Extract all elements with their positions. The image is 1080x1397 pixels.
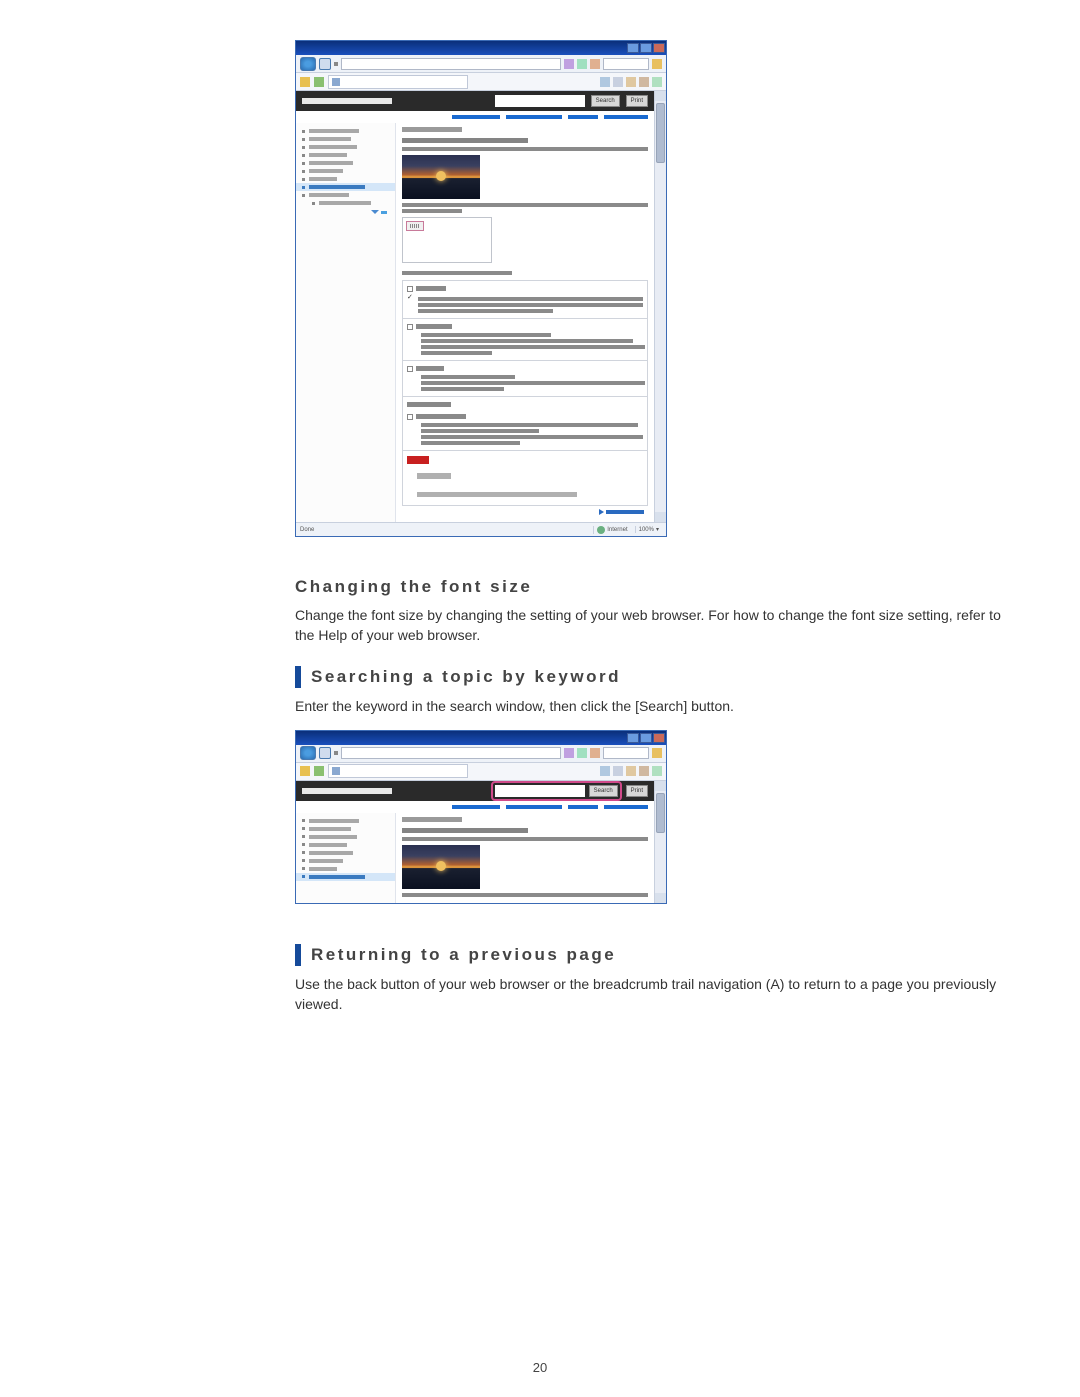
address-bar: [341, 58, 561, 70]
browser-status-bar: Done Internet 100%▾: [296, 522, 666, 536]
sidebar-expand-indicator: [371, 210, 387, 214]
tools-icon: [652, 766, 662, 776]
browser-tab-toolbar: [296, 73, 666, 91]
minimize-icon: [627, 43, 639, 53]
home-icon: [590, 59, 600, 69]
help-search-input: [495, 785, 585, 797]
stop-icon: [577, 748, 587, 758]
detail-inset-box: [402, 217, 492, 263]
product-title-placeholder: [302, 98, 392, 104]
minimize-icon: [627, 733, 639, 743]
example-photo: [402, 155, 480, 199]
browser-nav-toolbar: [296, 745, 666, 763]
help-nav-sidebar: [296, 813, 396, 903]
help-header-bar: Search Print: [296, 91, 654, 111]
help-search-button: Search: [591, 95, 620, 107]
forward-button-icon: [319, 747, 331, 759]
browser-search-box: [603, 58, 649, 70]
maximize-icon: [640, 43, 652, 53]
feeds-icon: [613, 766, 623, 776]
tab-favicon-icon: [332, 767, 340, 775]
back-button-icon: [300, 57, 316, 71]
search-go-icon: [652, 59, 662, 69]
tools-icon: [652, 77, 662, 87]
home-toolbar-icon: [600, 77, 610, 87]
breadcrumb-trail: [296, 801, 654, 813]
screenshot-help-page-full: Search Print: [295, 40, 667, 537]
search-area-highlight: Search: [493, 783, 620, 799]
callout-highlight-icon: [406, 221, 424, 231]
close-icon: [653, 733, 665, 743]
help-print-button: Print: [626, 95, 648, 107]
help-header-bar: Search Print: [296, 781, 654, 801]
warning-flag-icon: [407, 456, 429, 464]
print-toolbar-icon: [626, 77, 636, 87]
add-favorite-icon: [314, 766, 324, 776]
internet-zone-icon: [597, 526, 605, 534]
window-titlebar: [296, 41, 666, 55]
page-menu-icon: [639, 766, 649, 776]
paragraph-searching-keyword: Enter the keyword in the search window, …: [295, 696, 1010, 716]
heading-returning-page: Returning to a previous page: [295, 944, 1010, 966]
help-article-body: [396, 813, 654, 903]
dropdown-arrow-icon: [334, 62, 338, 66]
help-article-body: ✓: [396, 123, 654, 522]
screenshot-search-highlighted: Search Print: [295, 730, 667, 904]
favorites-star-icon: [300, 766, 310, 776]
help-search-button: Search: [589, 785, 618, 797]
breadcrumb-trail: [296, 111, 654, 123]
help-search-input: [495, 95, 585, 107]
forward-button-icon: [319, 58, 331, 70]
browser-nav-toolbar: [296, 55, 666, 73]
address-bar: [341, 747, 561, 759]
page-menu-icon: [639, 77, 649, 87]
dropdown-arrow-icon: [334, 751, 338, 755]
help-nav-sidebar: [296, 123, 396, 522]
browser-tab: [328, 75, 468, 89]
home-icon: [590, 748, 600, 758]
back-to-top-link: [402, 506, 648, 518]
maximize-icon: [640, 733, 652, 743]
refresh-icon: [564, 748, 574, 758]
add-favorite-icon: [314, 77, 324, 87]
page-number: 20: [0, 1360, 1080, 1375]
vertical-scrollbar: [654, 781, 666, 903]
favorites-star-icon: [300, 77, 310, 87]
browser-tab: [328, 764, 468, 778]
browser-search-box: [603, 747, 649, 759]
heading-changing-font-size: Changing the font size: [295, 577, 1010, 597]
example-photo: [402, 845, 480, 889]
window-titlebar: [296, 731, 666, 745]
stop-icon: [577, 59, 587, 69]
status-text: Done: [300, 527, 314, 533]
search-go-icon: [652, 748, 662, 758]
refresh-icon: [564, 59, 574, 69]
browser-tab-toolbar: [296, 763, 666, 781]
tab-favicon-icon: [332, 78, 340, 86]
vertical-scrollbar: [654, 91, 666, 522]
help-print-button: Print: [626, 785, 648, 797]
feeds-icon: [613, 77, 623, 87]
settings-option-list: ✓: [402, 280, 648, 506]
print-toolbar-icon: [626, 766, 636, 776]
close-icon: [653, 43, 665, 53]
paragraph-changing-font-size: Change the font size by changing the set…: [295, 605, 1010, 646]
product-title-placeholder: [302, 788, 392, 794]
home-toolbar-icon: [600, 766, 610, 776]
heading-searching-keyword: Searching a topic by keyword: [295, 666, 1010, 688]
paragraph-returning-page: Use the back button of your web browser …: [295, 974, 1010, 1015]
back-button-icon: [300, 746, 316, 760]
